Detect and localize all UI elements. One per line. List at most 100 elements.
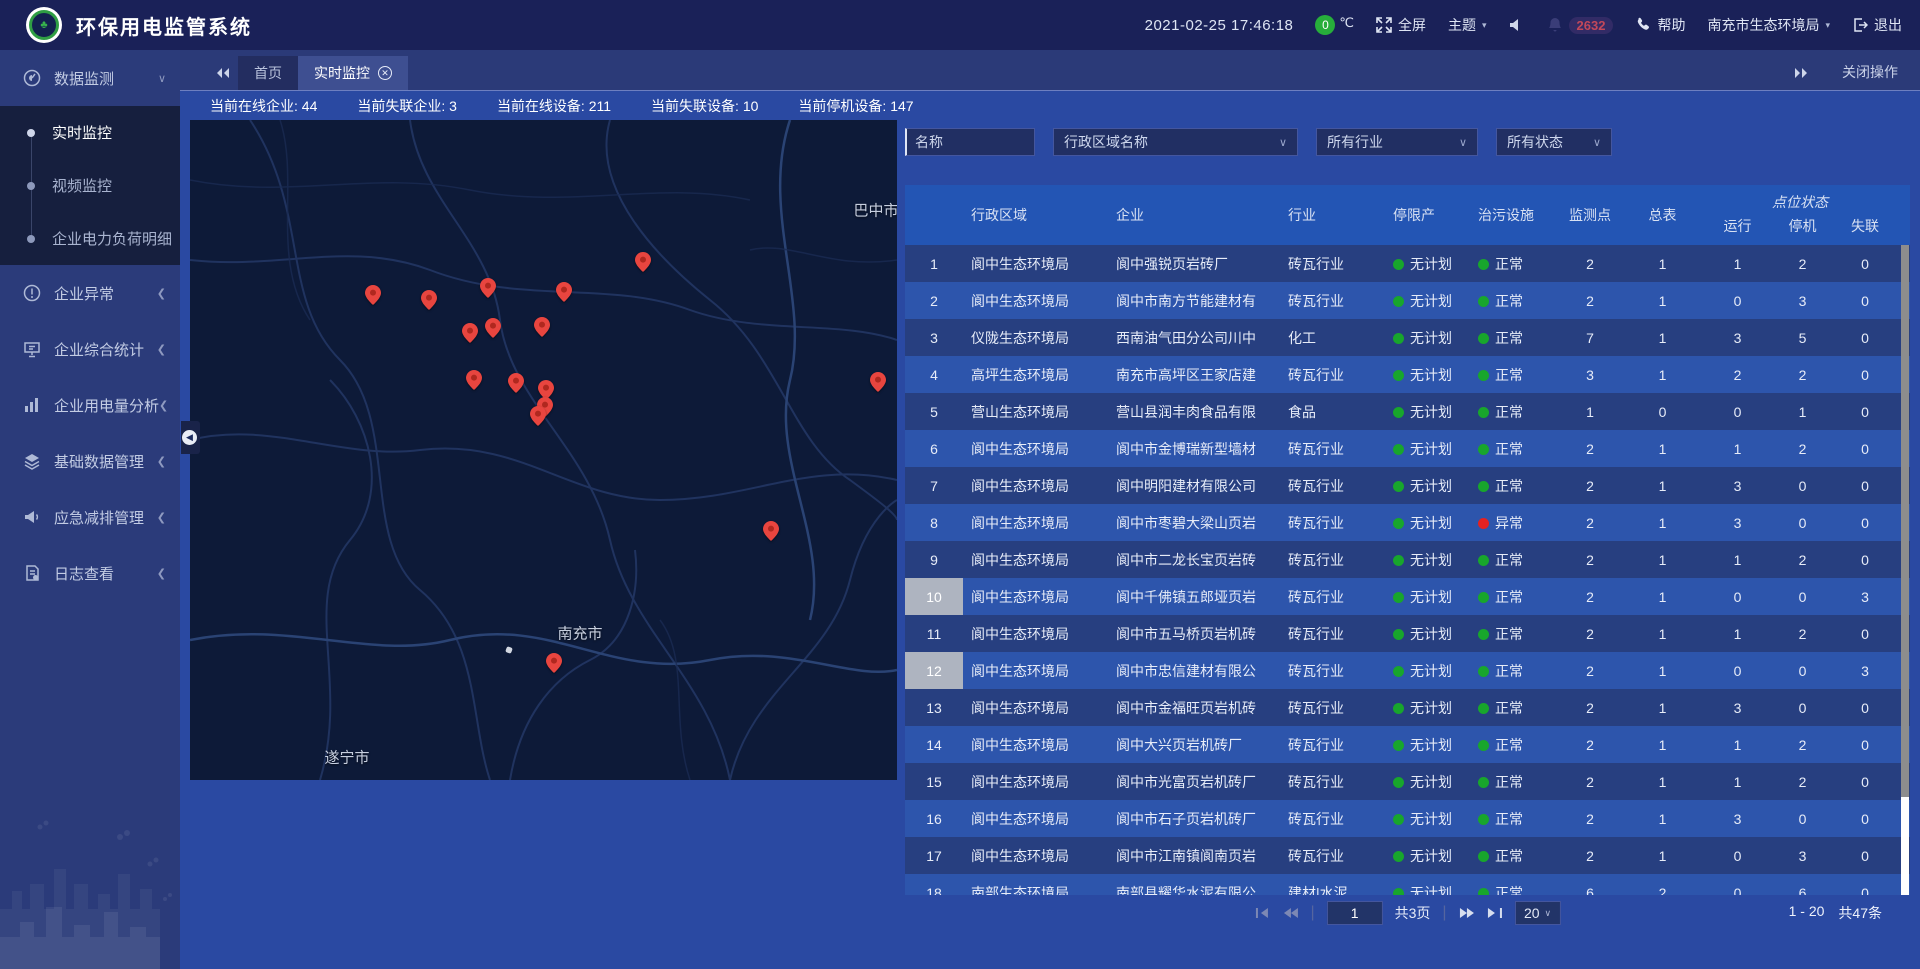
tab-realtime-monitor[interactable]: 实时监控 ✕ xyxy=(298,56,408,90)
exit-button[interactable]: 退出 xyxy=(1852,15,1902,35)
close-operations-button[interactable]: 关闭操作 xyxy=(1842,62,1898,82)
lost-cell: 0 xyxy=(1830,515,1900,531)
industry-cell: 建材|水泥 xyxy=(1280,883,1385,896)
status-dot-green xyxy=(1393,407,1404,418)
sidebar-menu: 数据监测∨ 实时监控视频监控企业电力负荷明细企业异常❮企业综合统计❮企业用电量分析… xyxy=(0,50,180,601)
stat-label: 当前停机设备: xyxy=(798,98,890,114)
stop-cell: 2 xyxy=(1775,441,1830,457)
sidebar-item-1[interactable]: 企业异常❮ xyxy=(0,265,180,321)
table-row[interactable]: 5营山生态环境局营山县润丰肉食品有限食品无计划正常10010 xyxy=(905,393,1910,430)
lost-cell: 3 xyxy=(1830,663,1900,679)
sidebar-item-0[interactable]: 数据监测∨ xyxy=(0,50,180,106)
sidebar-item-5[interactable]: 应急减排管理❮ xyxy=(0,489,180,545)
table-row[interactable]: 17阆中生态环境局阆中市江南镇阆南页岩砖瓦行业无计划正常21030 xyxy=(905,837,1910,874)
next-page-button[interactable] xyxy=(1459,907,1475,919)
region-filter-select[interactable]: 行政区域名称 ∨ xyxy=(1053,128,1298,156)
points-cell: 6 xyxy=(1555,885,1625,896)
table-row[interactable]: 7阆中生态环境局阆中明阳建材有限公司砖瓦行业无计划正常21300 xyxy=(905,467,1910,504)
temperature: 0 ℃ xyxy=(1315,15,1354,35)
map-pin-1[interactable] xyxy=(365,285,381,305)
map-pin-9[interactable] xyxy=(508,373,524,393)
map-pin-0[interactable] xyxy=(635,252,651,272)
status-dot-green xyxy=(1478,666,1489,677)
table-row[interactable]: 14阆中生态环境局阆中大兴页岩机砖厂砖瓦行业无计划正常21120 xyxy=(905,726,1910,763)
sidebar-subitem-0-0[interactable]: 实时监控 xyxy=(0,106,180,159)
table-row[interactable]: 8阆中生态环境局阆中市枣碧大梁山页岩砖瓦行业无计划异常21300 xyxy=(905,504,1910,541)
fullscreen-button[interactable]: 全屏 xyxy=(1376,15,1426,35)
limit-status: 无计划 xyxy=(1385,883,1470,896)
run-cell: 1 xyxy=(1700,441,1775,457)
region-cell: 阆中生态环境局 xyxy=(963,772,1108,792)
theme-dropdown[interactable]: 主题 ▾ xyxy=(1448,15,1487,35)
temperature-unit: ℃ xyxy=(1339,15,1354,31)
map-pin-4[interactable] xyxy=(556,282,572,302)
map-pin-13[interactable] xyxy=(870,372,886,392)
map-pin-8[interactable] xyxy=(466,370,482,390)
map-pin-15[interactable] xyxy=(546,653,562,673)
meters-cell: 1 xyxy=(1625,552,1700,568)
first-page-button[interactable] xyxy=(1254,907,1270,919)
map-panel[interactable]: 巴中市南充市遂宁市 xyxy=(190,120,897,780)
table-row[interactable]: 18南部生态环境局南部县耀华水泥有限公建材|水泥无计划正常62060 xyxy=(905,874,1910,895)
name-filter-input[interactable] xyxy=(905,128,1035,156)
map-pin-6[interactable] xyxy=(485,318,501,338)
tab-realtime-label: 实时监控 xyxy=(314,63,370,83)
table-row[interactable]: 10阆中生态环境局阆中千佛镇五郎垭页岩砖瓦行业无计划正常21003 xyxy=(905,578,1910,615)
table-row[interactable]: 2阆中生态环境局阆中市南方节能建材有砖瓦行业无计划正常21030 xyxy=(905,282,1910,319)
status-dot-green xyxy=(1393,888,1404,896)
help-button[interactable]: 帮助 xyxy=(1635,15,1685,35)
sidebar-collapse-handle[interactable]: ◀ xyxy=(181,421,200,454)
sidebar-item-2[interactable]: 企业综合统计❮ xyxy=(0,321,180,377)
table-row[interactable]: 13阆中生态环境局阆中市金福旺页岩机砖砖瓦行业无计划正常21300 xyxy=(905,689,1910,726)
notifications-button[interactable]: 2632 xyxy=(1547,17,1614,34)
table-row[interactable]: 4高坪生态环境局南充市高坪区王家店建砖瓦行业无计划正常31220 xyxy=(905,356,1910,393)
map-pin-7[interactable] xyxy=(534,317,550,337)
sidebar-item-6[interactable]: 日志查看❮ xyxy=(0,545,180,601)
org-dropdown[interactable]: 南充市生态环境局 ▾ xyxy=(1707,15,1830,35)
industry-cell: 砖瓦行业 xyxy=(1280,439,1385,459)
sidebar-subitem-0-2[interactable]: 企业电力负荷明细 xyxy=(0,212,180,265)
table-scrollbar[interactable] xyxy=(1901,245,1909,895)
map-pin-5[interactable] xyxy=(462,323,478,343)
table-row[interactable]: 16阆中生态环境局阆中市石子页岩机砖厂砖瓦行业无计划正常21300 xyxy=(905,800,1910,837)
industry-cell: 食品 xyxy=(1280,402,1385,422)
chevron-down-icon: ∨ xyxy=(1593,136,1601,149)
map-pin-12[interactable] xyxy=(530,406,546,426)
table-row[interactable]: 9阆中生态环境局阆中市二龙长宝页岩砖砖瓦行业无计划正常21120 xyxy=(905,541,1910,578)
table-row[interactable]: 1阆中生态环境局阆中强锐页岩砖厂砖瓦行业无计划正常21120 xyxy=(905,245,1910,282)
lost-cell: 0 xyxy=(1830,293,1900,309)
table-row[interactable]: 6阆中生态环境局阆中市金博瑞新型墙材砖瓦行业无计划正常21120 xyxy=(905,430,1910,467)
scrollbar-thumb[interactable] xyxy=(1901,245,1909,797)
volume-button[interactable] xyxy=(1509,17,1525,33)
status-dot-green xyxy=(1478,481,1489,492)
table-row[interactable]: 12阆中生态环境局阆中市忠信建材有限公砖瓦行业无计划正常21003 xyxy=(905,652,1910,689)
sidebar-subitem-label: 实时监控 xyxy=(52,122,112,143)
industry-cell: 砖瓦行业 xyxy=(1280,587,1385,607)
col-lost: 失联 xyxy=(1830,216,1900,236)
region-cell: 阆中生态环境局 xyxy=(963,735,1108,755)
map-pin-2[interactable] xyxy=(421,290,437,310)
sidebar-subitem-0-1[interactable]: 视频监控 xyxy=(0,159,180,212)
tabs-scroll-left-button[interactable] xyxy=(208,56,238,90)
last-page-button[interactable] xyxy=(1487,907,1503,919)
facility-status: 正常 xyxy=(1470,328,1555,348)
page-size-select[interactable]: 20 ∨ xyxy=(1515,901,1561,925)
status-filter-select[interactable]: 所有状态 ∨ xyxy=(1496,128,1612,156)
sidebar-item-3[interactable]: 企业用电量分析❮ xyxy=(0,377,180,433)
stop-cell: 0 xyxy=(1775,663,1830,679)
table-row[interactable]: 11阆中生态环境局阆中市五马桥页岩机砖砖瓦行业无计划正常21120 xyxy=(905,615,1910,652)
table-row[interactable]: 3仪陇生态环境局西南油气田分公司川中化工无计划正常71350 xyxy=(905,319,1910,356)
page-number-input[interactable]: 1 xyxy=(1327,901,1383,925)
map-pin-3[interactable] xyxy=(480,278,496,298)
sidebar-item-4[interactable]: 基础数据管理❮ xyxy=(0,433,180,489)
row-number: 9 xyxy=(905,541,963,578)
col-stop: 停机 xyxy=(1775,216,1830,236)
company-cell: 阆中市光富页岩机砖厂 xyxy=(1108,772,1280,792)
map-pin-14[interactable] xyxy=(763,521,779,541)
tab-close-icon[interactable]: ✕ xyxy=(378,66,392,80)
tab-home[interactable]: 首页 xyxy=(238,56,298,90)
table-row[interactable]: 15阆中生态环境局阆中市光富页岩机砖厂砖瓦行业无计划正常21120 xyxy=(905,763,1910,800)
tabs-scroll-right-button[interactable] xyxy=(1786,56,1816,90)
prev-page-button[interactable] xyxy=(1282,907,1298,919)
industry-filter-select[interactable]: 所有行业 ∨ xyxy=(1316,128,1478,156)
